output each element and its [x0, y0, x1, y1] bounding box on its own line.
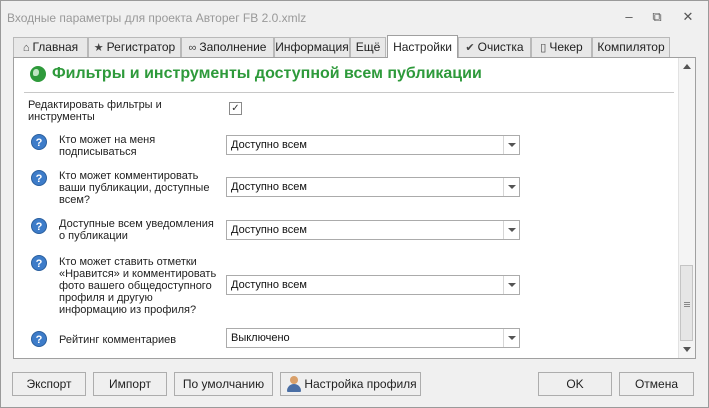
phone-icon: ▯ [540, 42, 547, 54]
tab-label: Чекер [549, 40, 583, 54]
label-line: фото вашего общедоступного [59, 280, 212, 292]
who-can-comment-select[interactable]: Доступно всем [226, 177, 520, 197]
tab-registrator[interactable]: ★ Регистратор [88, 37, 181, 57]
vertical-scrollbar[interactable] [678, 58, 695, 358]
select-value: Выключено [231, 332, 290, 344]
tab-label: Ещё [355, 40, 381, 54]
label-line: инструменты [28, 111, 95, 123]
defaults-button[interactable]: По умолчанию [174, 372, 273, 396]
edit-filters-label: Редактировать фильтры и инструменты [28, 99, 162, 123]
section-title: Фильтры и инструменты доступной всем пуб… [52, 65, 482, 82]
tab-filling[interactable]: ∞ Заполнение [181, 37, 274, 57]
tab-label: Главная [32, 40, 79, 54]
dropdown-arrow-icon[interactable] [503, 178, 519, 196]
tab-label: Настройки [393, 40, 452, 54]
label-line: подписываться [59, 146, 137, 158]
help-icon[interactable]: ? [31, 331, 47, 347]
scroll-down-arrow-icon[interactable] [683, 347, 691, 352]
dropdown-arrow-icon[interactable] [503, 276, 519, 294]
tab-label: Регистратор [106, 40, 176, 54]
tab-cleanup[interactable]: ✔ Очистка [458, 37, 531, 57]
label-line: Доступные всем уведомления [59, 218, 214, 230]
tab-more[interactable]: Ещё [350, 37, 386, 57]
select-value: Доступно всем [231, 139, 307, 151]
likes-comments-select[interactable]: Доступно всем [226, 275, 520, 295]
tab-settings[interactable]: Настройки [387, 35, 458, 58]
title-bar: Входные параметры для проекта Авторег FB… [1, 1, 708, 35]
tab-label: Информация [275, 40, 349, 54]
close-button[interactable]: ✕ [679, 10, 697, 24]
select-value: Доступно всем [231, 181, 307, 193]
help-icon[interactable]: ? [31, 134, 47, 150]
minimize-button[interactable]: – [620, 10, 638, 24]
cancel-button[interactable]: Отмена [619, 372, 694, 396]
label-line: всем? [59, 194, 91, 206]
tab-information[interactable]: Информация [274, 37, 350, 57]
globe-icon [30, 66, 46, 82]
label-line: информацию из профиля? [59, 304, 197, 316]
select-value: Доступно всем [231, 224, 307, 236]
tab-checker[interactable]: ▯ Чекер [531, 37, 592, 57]
label-line: ваши публикации, доступные [59, 182, 210, 194]
comment-rating-label: Рейтинг комментариев [59, 334, 176, 346]
ok-button[interactable]: OK [538, 372, 612, 396]
export-button[interactable]: Экспорт [12, 372, 86, 396]
label-line: о публикации [59, 230, 128, 242]
dialog-window: Входные параметры для проекта Авторег FB… [0, 0, 709, 408]
notifications-label: Доступные всем уведомления о публикации [59, 218, 214, 242]
profile-settings-button[interactable]: Настройка профиля [280, 372, 421, 396]
tab-compiler[interactable]: Компилятор [592, 37, 670, 57]
comment-rating-select[interactable]: Выключено [226, 328, 520, 348]
scrollbar-thumb[interactable] [680, 265, 693, 341]
settings-panel: Фильтры и инструменты доступной всем пуб… [13, 57, 696, 359]
dropdown-arrow-icon[interactable] [503, 136, 519, 154]
who-can-subscribe-label: Кто может на меня подписываться [59, 134, 155, 158]
star-icon: ★ [93, 42, 104, 54]
label-line: «Нравится» и комментировать [59, 268, 217, 280]
section-divider [24, 92, 674, 93]
label-line: профиля и другую [59, 292, 153, 304]
scroll-up-arrow-icon[interactable] [683, 64, 691, 69]
tab-label: Очистка [477, 40, 524, 54]
restore-button[interactable]: ⧉ [648, 10, 666, 24]
help-icon[interactable]: ? [31, 218, 47, 234]
notifications-select[interactable]: Доступно всем [226, 220, 520, 240]
likes-comments-label: Кто может ставить отметки «Нравится» и к… [59, 256, 216, 316]
label-line: Кто может комментировать [59, 170, 199, 182]
label-line: Кто может на меня [59, 134, 156, 146]
person-icon [287, 376, 301, 392]
tab-label: Заполнение [199, 40, 267, 54]
window-title: Входные параметры для проекта Авторег FB… [7, 11, 307, 25]
label-line: Кто может ставить отметки [59, 256, 197, 268]
select-value: Доступно всем [231, 279, 307, 291]
label-line: Редактировать фильтры и [28, 99, 162, 111]
dropdown-arrow-icon[interactable] [503, 221, 519, 239]
infinity-icon: ∞ [188, 42, 197, 54]
edit-filters-checkbox[interactable]: ✓ [229, 102, 242, 115]
home-icon: ⌂ [22, 42, 30, 54]
check-icon: ✔ [465, 42, 475, 54]
tab-main[interactable]: ⌂ Главная [13, 37, 88, 57]
who-can-comment-label: Кто может комментировать ваши публикации… [59, 170, 209, 206]
grip-icon [684, 302, 690, 303]
help-icon[interactable]: ? [31, 255, 47, 271]
dropdown-arrow-icon[interactable] [503, 329, 519, 347]
tab-label: Компилятор [597, 40, 665, 54]
label-line: Рейтинг комментариев [59, 334, 177, 346]
import-button[interactable]: Импорт [93, 372, 167, 396]
help-icon[interactable]: ? [31, 170, 47, 186]
who-can-subscribe-select[interactable]: Доступно всем [226, 135, 520, 155]
button-label: Настройка профиля [304, 377, 417, 391]
